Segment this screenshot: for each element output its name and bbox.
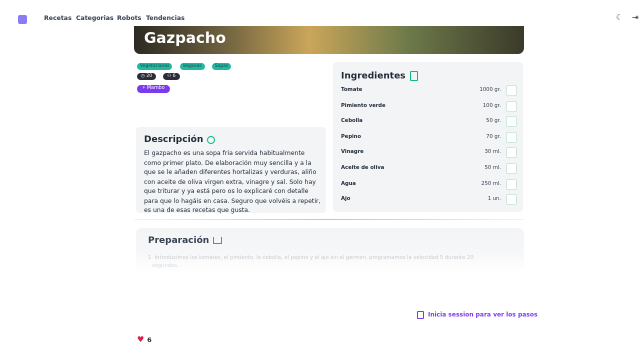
ingredient-quantity: 50 gr. [486, 118, 501, 125]
clock-icon: ◷ [141, 74, 145, 79]
ingredient-quantity: 1 un. [487, 196, 501, 203]
likes-count: 6 [147, 336, 152, 344]
ingredient-row: Pepino 70 gr. [341, 131, 517, 143]
people-icon: ⚇ [167, 74, 172, 79]
ingredients-title: Ingredientes [341, 71, 406, 82]
ingredient-name: Aceite de oliva [341, 165, 385, 171]
author-badge[interactable]: ⚡ Mambo [137, 85, 170, 93]
preparation-card: Preparación 1 Introducimos los tomates, … [136, 228, 524, 272]
tag-vegetarianas[interactable]: Vegetarianas [137, 63, 173, 70]
description-card: Descripción El gazpacho es una sopa fria… [136, 127, 326, 214]
servings-badge: ⚇ 6 [163, 73, 180, 80]
ingredients-card: Ingredientes Tomate 1000 gr. Pimiento verd… [333, 62, 523, 212]
ingredient-row: Pimiento verde 100 gr. [341, 100, 517, 112]
heart-icon[interactable]: ♥ [137, 335, 144, 344]
check-circle-icon [207, 135, 216, 144]
description-title: Descripción [144, 135, 204, 145]
section-divider [134, 219, 524, 220]
tag-sopas[interactable]: Sopas [211, 63, 232, 70]
app-logo-icon[interactable] [18, 15, 27, 24]
ingredient-name: Ajo [341, 196, 351, 203]
ingredient-row: Agua 250 ml. [341, 178, 517, 190]
nav-link-tendencias[interactable]: Tendencias [146, 15, 185, 22]
ingredient-checkbox[interactable] [506, 194, 517, 206]
ingredient-row: Cebolla 50 gr. [341, 115, 517, 128]
ingredient-row: Aceite de oliva 50 ml. [341, 162, 517, 174]
likes-counter[interactable]: ♥ 6 [137, 335, 152, 344]
recipe-title: Gazpacho [144, 29, 226, 47]
ingredient-checkbox[interactable] [506, 131, 517, 143]
bolt-icon: ⚡ [142, 86, 146, 91]
tray-icon [213, 237, 223, 244]
preparation-step: 1 Introducimos los tomates, el pimiento,… [148, 255, 508, 261]
clipboard-icon [409, 71, 418, 81]
ingredient-checkbox[interactable] [506, 85, 517, 96]
ingredient-quantity: 70 gr. [486, 133, 501, 140]
login-to-see-steps-link[interactable]: Inicia session para ver los pasos [417, 311, 538, 319]
time-badge: ◷ 20 [137, 73, 157, 80]
ingredient-name: Agua [341, 180, 356, 187]
ingredient-quantity: 100 gr. [482, 102, 501, 109]
nav-link-recetas[interactable]: Recetas [44, 15, 72, 22]
ingredient-quantity: 30 ml. [484, 149, 501, 156]
moon-icon[interactable]: ☾ [616, 13, 623, 22]
login-prompt-text: Inicia session para ver los pasos [428, 311, 538, 319]
ingredient-name: Pepino [341, 133, 362, 140]
preparation-title: Preparación [148, 236, 210, 246]
ingredient-row: Ajo 1 un. [341, 193, 517, 206]
ingredient-checkbox[interactable] [506, 163, 517, 174]
ingredient-name: Vinagre [341, 149, 364, 156]
preparation-step-continued: segundos. [152, 263, 179, 269]
servings-value: 6 [172, 74, 176, 79]
login-icon [417, 311, 424, 319]
nav-link-categorias[interactable]: Categorias [76, 15, 114, 22]
ingredient-name: Tomate [341, 87, 363, 93]
time-value: 20 [146, 74, 153, 79]
ingredient-name: Cebolla [341, 118, 363, 125]
ingredient-checkbox[interactable] [506, 116, 517, 128]
ingredient-checkbox[interactable] [506, 178, 517, 190]
ingredient-quantity: 250 ml. [481, 180, 501, 187]
preparation-heading: Preparación [148, 236, 223, 246]
tag-veganas[interactable]: Veganas [179, 63, 205, 70]
ingredient-quantity: 1000 gr. [479, 87, 501, 93]
recipe-stats: ◷ 20 ⚇ 6 [137, 73, 182, 81]
ingredient-row: Vinagre 30 ml. [341, 146, 517, 159]
recipe-tags: Vegetarianas Veganas Sopas [137, 63, 233, 71]
recipe-hero-image: Gazpacho [134, 26, 524, 54]
nav-link-robots[interactable]: Robots [117, 15, 141, 22]
login-icon[interactable]: ⇥ [632, 13, 639, 22]
description-text: El gazpacho es una sopa fria servida hab… [144, 150, 321, 214]
description-heading: Descripción [144, 135, 216, 145]
step-number: 1 [148, 255, 152, 261]
ingredient-checkbox[interactable] [506, 100, 517, 112]
step-text: Introducimos los tomates, el pimiento, l… [154, 255, 474, 261]
ingredient-name: Pimiento verde [341, 102, 386, 109]
author-name: Mambo [146, 86, 165, 91]
ingredient-quantity: 50 ml. [484, 165, 501, 171]
ingredient-row: Tomate 1000 gr. [341, 84, 517, 96]
ingredients-heading: Ingredientes [341, 71, 418, 82]
ingredient-checkbox[interactable] [506, 147, 517, 159]
